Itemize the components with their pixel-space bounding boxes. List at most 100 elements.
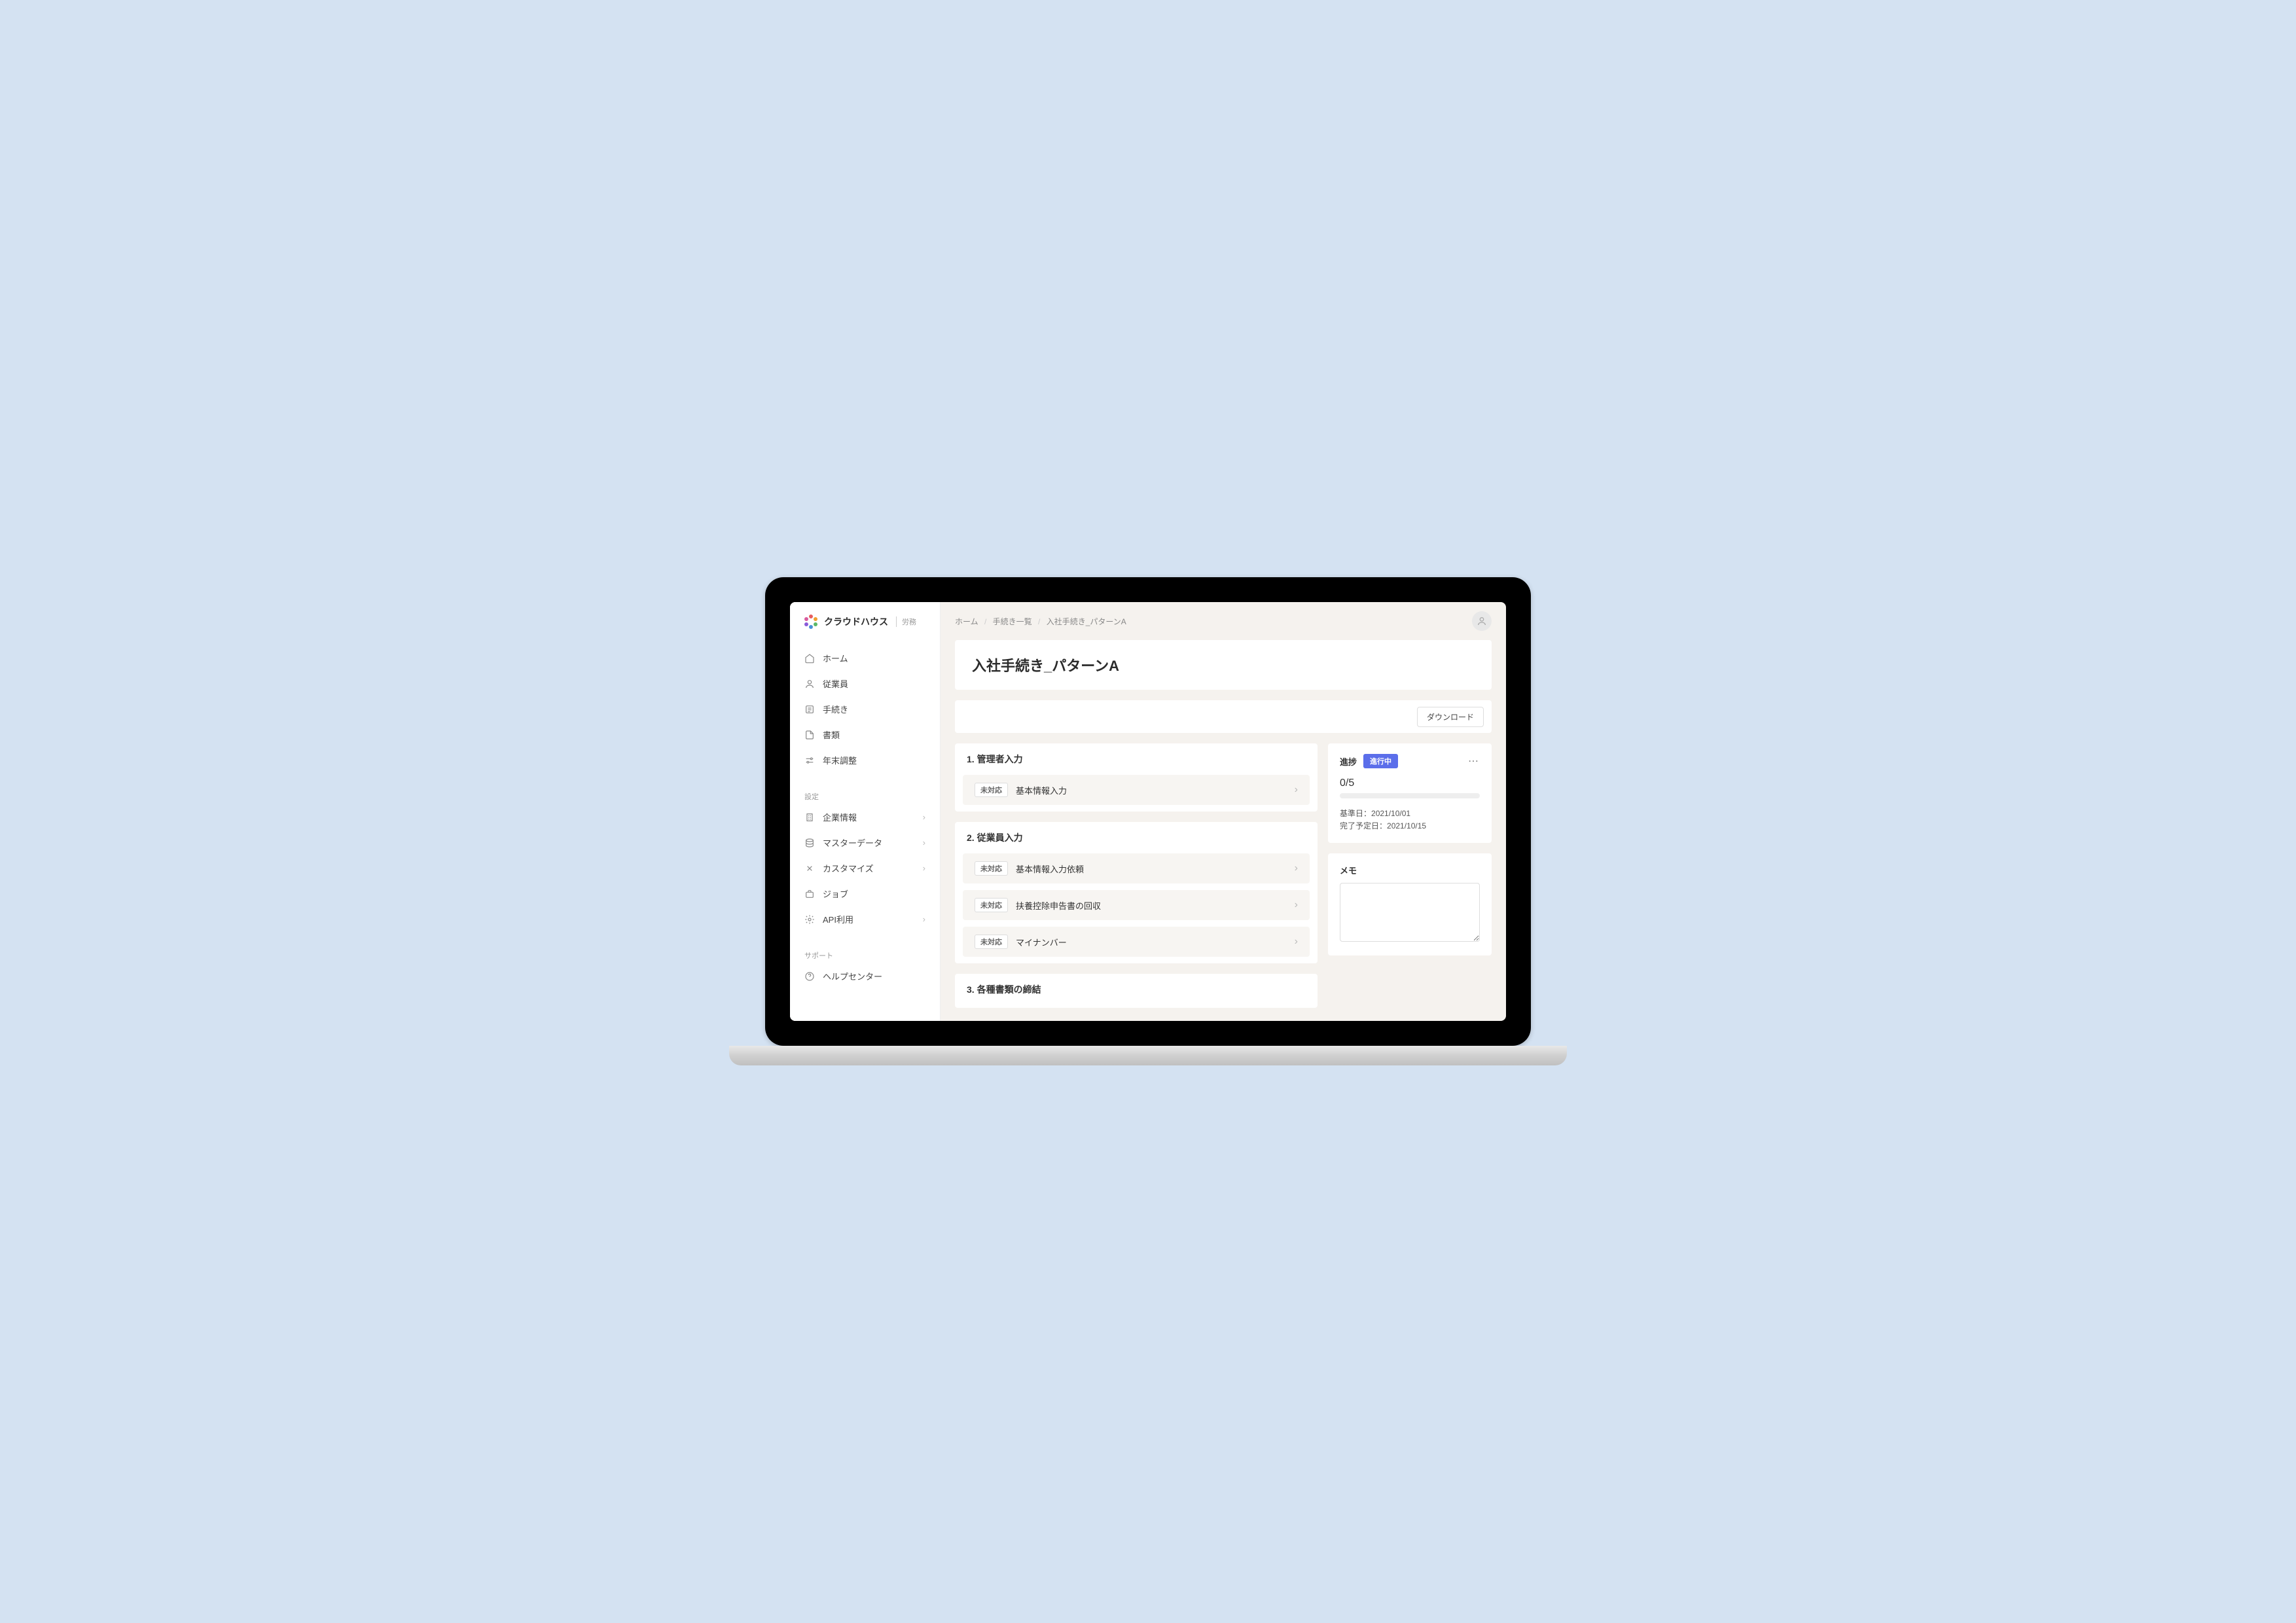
sidebar-item-help[interactable]: ヘルプセンター (790, 963, 940, 989)
nav-main: ホーム 従業員 手続き 書類 年末調整 (790, 639, 940, 779)
file-icon (804, 730, 815, 740)
base-date-row: 基準日：2021/10/01 (1340, 808, 1480, 820)
progress-header: 進捗 進行中 ⋯ (1340, 754, 1480, 768)
nav-support: サポート ヘルプセンター (790, 938, 940, 995)
list-icon (804, 704, 815, 715)
section-document-signing: 3. 各種書類の締結 (955, 974, 1318, 1008)
sidebar-item-home[interactable]: ホーム (790, 645, 940, 671)
chevron-right-icon: › (923, 914, 925, 924)
sidebar-item-api[interactable]: API利用 › (790, 906, 940, 932)
progress-bar (1340, 793, 1480, 798)
sidebar-item-label: ホーム (823, 652, 848, 664)
breadcrumb-item[interactable]: ホーム (955, 617, 978, 626)
chevron-right-icon: › (923, 812, 925, 822)
help-icon (804, 971, 815, 982)
breadcrumb-sep: / (1038, 617, 1040, 626)
memo-textarea[interactable] (1340, 883, 1480, 942)
tools-icon (804, 863, 815, 874)
nav-section-label: サポート (790, 945, 940, 963)
task-title: 基本情報入力 (1016, 784, 1287, 796)
progress-label: 進捗 (1340, 755, 1357, 768)
logo-icon (803, 614, 819, 630)
sidebar-item-customize[interactable]: カスタマイズ › (790, 855, 940, 881)
task-status-badge: 未対応 (975, 783, 1008, 797)
nav-section-label: 設定 (790, 786, 940, 804)
home-icon (804, 653, 815, 664)
sidebar-item-label: 手続き (823, 703, 848, 715)
database-icon (804, 838, 815, 848)
task-row[interactable]: 未対応 マイナンバー › (963, 927, 1310, 957)
chevron-right-icon: › (1295, 784, 1298, 796)
body-left: 1. 管理者入力 未対応 基本情報入力 › 2. 従業員入力 未対応 (955, 743, 1318, 1008)
task-row[interactable]: 未対応 扶養控除申告書の回収 › (963, 890, 1310, 920)
progress-meta: 基準日：2021/10/01 完了予定日：2021/10/15 (1340, 808, 1480, 832)
employee-table-card: ダウンロード 進捗 名前 事業所 勤務地 部署 役職 職種 (955, 700, 1492, 733)
logo-text: クラウドハウス (824, 615, 888, 628)
user-icon (1477, 616, 1487, 626)
task-title: 扶養控除申告書の回収 (1016, 899, 1287, 912)
sidebar-item-label: ジョブ (823, 887, 848, 900)
nav-settings: 設定 企業情報 › マスターデータ › カスタマイズ › (790, 779, 940, 938)
due-date-label: 完了予定日： (1340, 821, 1387, 830)
breadcrumb: ホーム / 手続き一覧 / 入社手続き_パターンA (955, 616, 1126, 627)
task-status-badge: 未対応 (975, 935, 1008, 949)
sidebar-item-master[interactable]: マスターデータ › (790, 830, 940, 855)
sidebar-item-label: 年末調整 (823, 754, 857, 766)
section-admin-input: 1. 管理者入力 未対応 基本情報入力 › (955, 743, 1318, 812)
due-date-row: 完了予定日：2021/10/15 (1340, 820, 1480, 832)
body-right: 進捗 進行中 ⋯ 0/5 基準日：2021/10/01 完了予定日：2021/1… (1328, 743, 1492, 1008)
table-toolbar: ダウンロード (955, 700, 1492, 733)
sidebar-item-company[interactable]: 企業情報 › (790, 804, 940, 830)
sidebar-item-label: 企業情報 (823, 811, 857, 823)
task-title: 基本情報入力依頼 (1016, 863, 1287, 875)
task-row[interactable]: 未対応 基本情報入力 › (963, 775, 1310, 805)
chevron-right-icon: › (923, 838, 925, 847)
task-status-badge: 未対応 (975, 861, 1008, 876)
more-menu-button[interactable]: ⋯ (1468, 755, 1480, 768)
memo-card: メモ (1328, 853, 1492, 955)
app-screen: クラウドハウス 労務 ホーム 従業員 手続き 書類 (790, 602, 1506, 1021)
task-row[interactable]: 未対応 基本情報入力依頼 › (963, 853, 1310, 883)
chevron-right-icon: › (923, 863, 925, 873)
logo-subtext: 労務 (896, 616, 916, 627)
briefcase-icon (804, 889, 815, 899)
avatar[interactable] (1472, 611, 1492, 631)
memo-label: メモ (1340, 864, 1480, 876)
sidebar-item-procedures[interactable]: 手続き (790, 696, 940, 722)
chevron-right-icon: › (1295, 863, 1298, 874)
due-date-value: 2021/10/15 (1387, 821, 1426, 830)
status-badge: 進行中 (1363, 754, 1398, 768)
sidebar-item-employees[interactable]: 従業員 (790, 671, 940, 696)
section-title: 1. 管理者入力 (955, 743, 1318, 775)
sidebar-item-label: 従業員 (823, 677, 848, 690)
download-button[interactable]: ダウンロード (1417, 707, 1484, 727)
sidebar-item-label: API利用 (823, 913, 853, 925)
body-row: 1. 管理者入力 未対応 基本情報入力 › 2. 従業員入力 未対応 (955, 743, 1492, 1008)
sidebar-item-yearend[interactable]: 年末調整 (790, 747, 940, 773)
main-area: ホーム / 手続き一覧 / 入社手続き_パターンA 入社手続き_パターンA ダウ… (941, 602, 1506, 1021)
progress-count: 0/5 (1340, 777, 1480, 789)
sidebar-item-label: カスタマイズ (823, 862, 874, 874)
chevron-right-icon: › (1295, 936, 1298, 948)
base-date-label: 基準日： (1340, 809, 1371, 818)
content: 入社手続き_パターンA ダウンロード 進捗 名前 事業所 勤務地 (941, 640, 1506, 1021)
sidebar-item-label: マスターデータ (823, 836, 882, 849)
progress-card: 進捗 進行中 ⋯ 0/5 基準日：2021/10/01 完了予定日：2021/1… (1328, 743, 1492, 843)
topbar: ホーム / 手続き一覧 / 入社手続き_パターンA (941, 602, 1506, 640)
sidebar: クラウドハウス 労務 ホーム 従業員 手続き 書類 (790, 602, 941, 1021)
breadcrumb-item[interactable]: 入社手続き_パターンA (1047, 617, 1126, 626)
chevron-right-icon: › (1295, 899, 1298, 911)
sidebar-item-label: ヘルプセンター (823, 970, 882, 982)
building-icon (804, 812, 815, 823)
adjust-icon (804, 755, 815, 766)
breadcrumb-sep: / (984, 617, 986, 626)
section-title: 3. 各種書類の締結 (955, 974, 1318, 1005)
user-icon (804, 679, 815, 689)
section-title: 2. 従業員入力 (955, 822, 1318, 853)
breadcrumb-item[interactable]: 手続き一覧 (993, 617, 1032, 626)
sidebar-item-documents[interactable]: 書類 (790, 722, 940, 747)
page-title-card: 入社手続き_パターンA (955, 640, 1492, 690)
base-date-value: 2021/10/01 (1371, 809, 1410, 818)
sidebar-item-job[interactable]: ジョブ (790, 881, 940, 906)
task-status-badge: 未対応 (975, 898, 1008, 912)
